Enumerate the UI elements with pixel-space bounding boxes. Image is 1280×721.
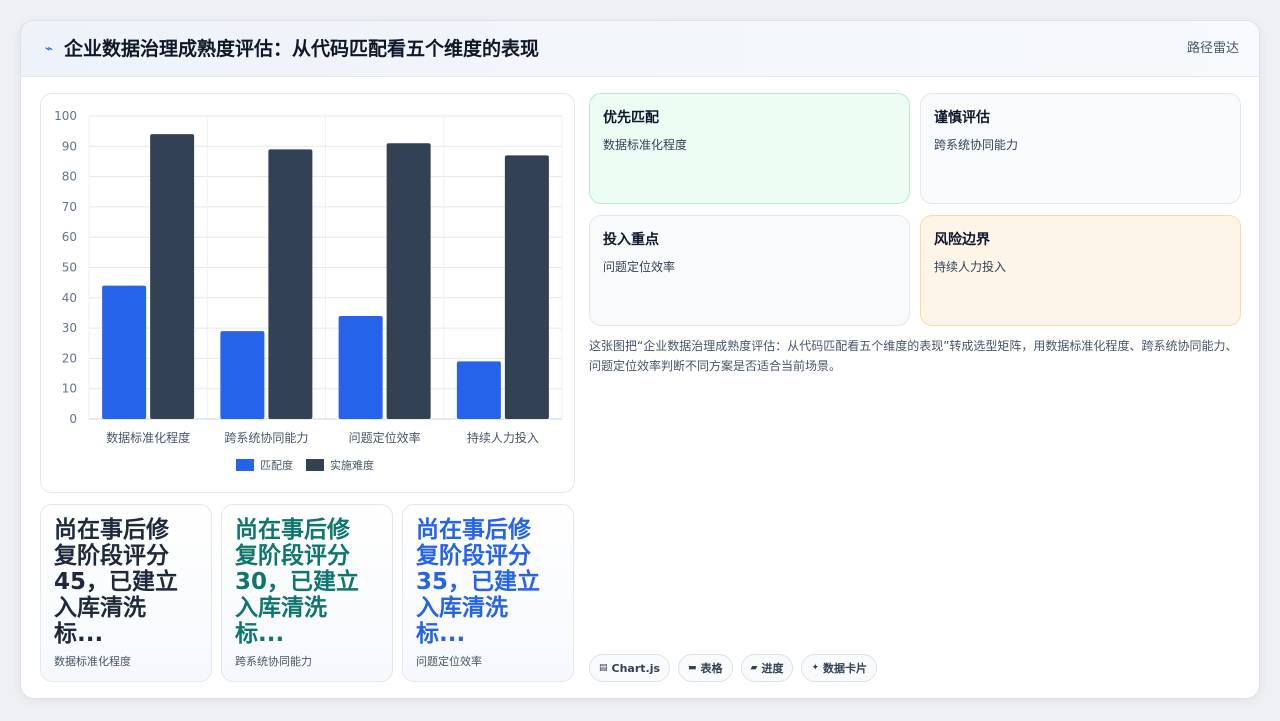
bar-difficulty <box>150 134 195 419</box>
y-tick-label: 10 <box>62 382 77 396</box>
bar-match <box>220 331 265 419</box>
matrix-cell-subtitle: 问题定位效率 <box>603 260 676 274</box>
x-tick-label: 数据标准化程度 <box>106 430 190 445</box>
stat-value: 尚在事后修 复阶段评分 35，已建立 入库清洗 标... <box>416 517 541 647</box>
y-tick-label: 70 <box>62 200 77 214</box>
bar-chart-card: 0 10 20 30 40 50 60 70 80 90 100 数据标准化程度 跨系统协同能力 问题定位… <box>40 93 575 493</box>
bar-match <box>456 361 501 419</box>
y-tick-label: 30 <box>62 321 77 335</box>
legend-label: 实施难度 <box>330 458 374 472</box>
stat-value: 尚在事后修 复阶段评分 45，已建立 入库清洗 标... <box>54 517 179 647</box>
bar-difficulty <box>268 149 313 419</box>
page-title: 企业数据治理成熟度评估：从代码匹配看五个维度的表现 <box>64 38 540 60</box>
stat-label: 数据标准化程度 <box>54 655 131 668</box>
matrix-cell-title: 谨慎评估 <box>934 110 990 126</box>
tag-label: Chart.js <box>611 661 661 675</box>
y-tick-label: 20 <box>62 351 77 365</box>
y-tick-label: 50 <box>62 261 77 275</box>
progress-icon: ▰ <box>750 663 758 673</box>
matrix-cell-title: 风险边界 <box>934 232 990 248</box>
tag-list: ▤ Chart.js ▬ 表格 ▰ 进度 ✦ 数据卡片 <box>589 654 878 682</box>
matrix-cell-title: 投入重点 <box>603 232 659 248</box>
tag-progress[interactable]: ▰ 进度 <box>740 654 794 682</box>
stat-card-collaboration: 尚在事后修 复阶段评分 30，已建立 入库清洗 标... 跨系统协同能力 <box>221 504 393 682</box>
matrix-cell-subtitle: 数据标准化程度 <box>603 138 688 152</box>
tag-chartjs[interactable]: ▤ Chart.js <box>589 654 671 682</box>
y-tick-label: 40 <box>62 291 77 305</box>
app-window: ⌁ 企业数据治理成熟度评估：从代码匹配看五个维度的表现 路径雷达 0 10 20 30… <box>20 20 1260 699</box>
matrix-cell-priority-match[interactable]: 优先匹配 数据标准化程度 <box>589 93 910 204</box>
bar-difficulty <box>386 143 431 419</box>
sparkle-icon: ✦ <box>811 663 820 673</box>
legend-swatch <box>306 459 324 471</box>
matrix-cell-risk-boundary[interactable]: 风险边界 持续人力投入 <box>920 215 1241 326</box>
bar-difficulty <box>504 155 549 419</box>
matrix-cell-subtitle: 持续人力投入 <box>934 260 1007 274</box>
matrix-cell-careful-eval[interactable]: 谨慎评估 跨系统协同能力 <box>920 93 1241 204</box>
y-tick-label: 60 <box>62 230 77 244</box>
bar-chart: 0 10 20 30 40 50 60 70 80 90 100 数据标准化程度 跨系统协同能力 问题定位… <box>54 109 563 472</box>
bar-match <box>102 285 147 419</box>
lightning-icon: ⌁ <box>44 41 54 57</box>
stat-value: 尚在事后修 复阶段评分 30，已建立 入库清洗 标... <box>235 517 360 647</box>
stat-label: 跨系统协同能力 <box>235 655 312 668</box>
bar-match <box>338 315 383 419</box>
tag-data-card[interactable]: ✦ 数据卡片 <box>801 654 878 682</box>
table-icon: ▬ <box>688 663 697 673</box>
tag-label: 进度 <box>761 662 784 675</box>
x-tick-label: 问题定位效率 <box>349 430 421 445</box>
x-tick-label: 跨系统协同能力 <box>224 430 308 445</box>
stat-card-standardization: 尚在事后修 复阶段评分 45，已建立 入库清洗 标... 数据标准化程度 <box>40 504 212 682</box>
legend-swatch <box>236 459 254 471</box>
x-tick-label: 持续人力投入 <box>467 430 539 445</box>
y-tick-label: 100 <box>54 109 77 123</box>
y-tick-label: 0 <box>69 412 77 426</box>
matrix-cell-title: 优先匹配 <box>603 110 659 126</box>
path-radar-link[interactable]: 路径雷达 <box>1187 39 1239 59</box>
chart-icon: ▤ <box>599 663 608 673</box>
matrix-cell-invest-focus[interactable]: 投入重点 问题定位效率 <box>589 215 910 326</box>
tag-label: 表格 <box>700 662 723 675</box>
tag-label: 数据卡片 <box>823 662 868 675</box>
y-tick-label: 90 <box>62 139 77 153</box>
stat-card-localization: 尚在事后修 复阶段评分 35，已建立 入库清洗 标... 问题定位效率 <box>402 504 574 682</box>
stat-label: 问题定位效率 <box>416 655 482 668</box>
header-bar: ⌁ 企业数据治理成熟度评估：从代码匹配看五个维度的表现 路径雷达 <box>21 21 1259 77</box>
chart-description: 这张图把“企业数据治理成熟度评估：从代码匹配看五个维度的表现”转成选型矩阵，用数… <box>589 339 1238 373</box>
y-tick-label: 80 <box>62 170 77 184</box>
legend-label: 匹配度 <box>260 458 293 472</box>
tag-table[interactable]: ▬ 表格 <box>678 654 733 682</box>
matrix-cell-subtitle: 跨系统协同能力 <box>934 138 1019 152</box>
